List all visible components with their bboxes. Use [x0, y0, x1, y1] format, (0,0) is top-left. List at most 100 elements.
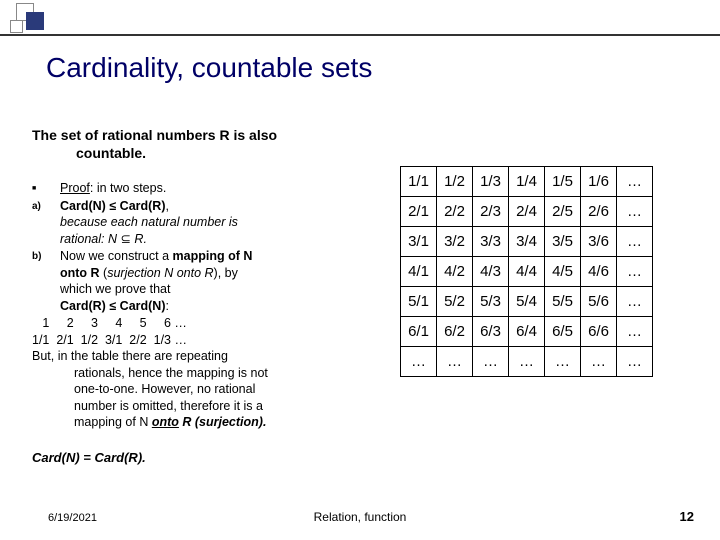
t: Card(R) [116, 199, 165, 213]
conclusion: Card(N) = Card(R). [32, 450, 146, 465]
t: onto R [60, 266, 100, 280]
subtitle-line1: The set of rational numbers R is also [32, 127, 277, 143]
table-cell: 2/1 [401, 197, 437, 227]
but-l5: mapping of N onto R (surjection). [74, 415, 266, 429]
table-cell: 1/3 [473, 167, 509, 197]
table-cell: 4/6 [581, 257, 617, 287]
table-row: 2/12/22/32/42/52/6… [401, 197, 653, 227]
footer-date: 6/19/2021 [48, 512, 97, 524]
table-cell: 5/6 [581, 287, 617, 317]
t: number is omitted, therefore it is a [74, 399, 263, 413]
table-cell: 4/5 [545, 257, 581, 287]
table-cell: 6/2 [437, 317, 473, 347]
table-cell: 2/3 [473, 197, 509, 227]
table-cell: … [617, 287, 653, 317]
t: which we prove that [60, 282, 170, 296]
table-cell: … [617, 317, 653, 347]
table-cell: 2/5 [545, 197, 581, 227]
t: : [166, 299, 169, 313]
slide-subtitle: The set of rational numbers R is also co… [32, 126, 277, 162]
slide-title: Cardinality, countable sets [46, 52, 372, 84]
t: R. [131, 232, 147, 246]
t: Card(N) [60, 199, 109, 213]
t: one-to-one. However, no rational [74, 382, 255, 396]
sequence-indices: 1 2 3 4 5 6 … [32, 315, 382, 332]
table-cell: 3/1 [401, 227, 437, 257]
t: rationals, hence the mapping is not [74, 366, 268, 380]
proof-line: Proof: in two steps. [60, 180, 382, 197]
table-cell: 2/4 [509, 197, 545, 227]
t: R (surjection). [179, 415, 267, 429]
deco-square-blue [26, 12, 44, 30]
bullet-icon [32, 180, 60, 197]
proof-tail: : in two steps. [90, 181, 166, 195]
table-cell: 1/2 [437, 167, 473, 197]
table-cell: 3/2 [437, 227, 473, 257]
header-bar [0, 0, 720, 36]
table-cell: 1/1 [401, 167, 437, 197]
table-cell: 3/4 [509, 227, 545, 257]
table-cell: 5/3 [473, 287, 509, 317]
table-cell: … [617, 197, 653, 227]
t: surjection N onto R [107, 266, 213, 280]
t: Card(N) [116, 299, 165, 313]
table-cell: 5/2 [437, 287, 473, 317]
body-text: Proof: in two steps. a) Card(N) ≤ Card(R… [32, 180, 382, 431]
step-b-text: Now we construct a mapping of N onto R (… [60, 248, 382, 314]
table-cell: 4/2 [437, 257, 473, 287]
subtitle-line2: countable. [76, 145, 146, 161]
t: , [166, 199, 169, 213]
table-cell: 5/1 [401, 287, 437, 317]
step-a-text: Card(N) ≤ Card(R), because each natural … [60, 198, 382, 248]
table-cell: 4/4 [509, 257, 545, 287]
table-cell: 2/6 [581, 197, 617, 227]
table-cell: … [437, 347, 473, 377]
t: mapping of N [74, 415, 152, 429]
table-cell: 4/3 [473, 257, 509, 287]
table-cell: … [509, 347, 545, 377]
t: rational: N [60, 232, 120, 246]
t: because each natural number is [60, 215, 238, 229]
sequence-values: 1/1 2/1 1/2 3/1 2/2 1/3 … [32, 332, 382, 349]
table-cell: 4/1 [401, 257, 437, 287]
table-row: 1/11/21/31/41/51/6… [401, 167, 653, 197]
table-cell: 3/3 [473, 227, 509, 257]
table-row: 5/15/25/35/45/55/6… [401, 287, 653, 317]
table-cell: … [581, 347, 617, 377]
t: But, in the table there are repeating [32, 349, 228, 363]
table-cell: 1/4 [509, 167, 545, 197]
table-cell: 6/1 [401, 317, 437, 347]
step-b-marker: b) [32, 248, 60, 314]
table-row: 4/14/24/34/44/54/6… [401, 257, 653, 287]
table-cell: … [617, 167, 653, 197]
table-cell: … [617, 257, 653, 287]
table-cell: 6/3 [473, 317, 509, 347]
table-cell: … [617, 347, 653, 377]
t: ), by [214, 266, 238, 280]
table-row: ………………… [401, 347, 653, 377]
t: mapping of N [173, 249, 253, 263]
table-row: 3/13/23/33/43/53/6… [401, 227, 653, 257]
table-cell: 5/4 [509, 287, 545, 317]
table-cell: 3/6 [581, 227, 617, 257]
fraction-table: 1/11/21/31/41/51/6…2/12/22/32/42/52/6…3/… [400, 166, 653, 377]
table-cell: … [401, 347, 437, 377]
footer-center: Relation, function [314, 510, 407, 524]
subset-symbol: ⊆ [120, 232, 130, 246]
step-a-marker: a) [32, 198, 60, 248]
footer-page: 12 [680, 509, 694, 524]
table-cell: … [617, 227, 653, 257]
table-cell: 2/2 [437, 197, 473, 227]
table-cell: … [473, 347, 509, 377]
table-cell: 6/4 [509, 317, 545, 347]
t: Card(R) [60, 299, 109, 313]
table-cell: 1/6 [581, 167, 617, 197]
t: onto [152, 415, 179, 429]
but-paragraph: But, in the table there are repeating ra… [32, 348, 382, 431]
table-cell: 6/5 [545, 317, 581, 347]
table-cell: 6/6 [581, 317, 617, 347]
table-cell: … [545, 347, 581, 377]
table-cell: 3/5 [545, 227, 581, 257]
deco-square [10, 20, 23, 33]
proof-label: Proof [60, 181, 90, 195]
